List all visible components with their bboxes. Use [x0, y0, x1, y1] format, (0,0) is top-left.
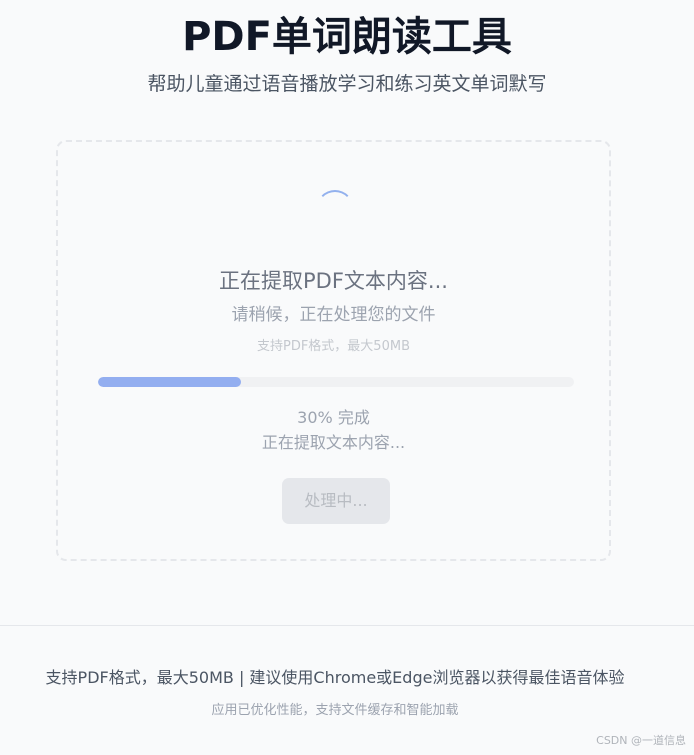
upload-card: 正在提取PDF文本内容... 请稍候，正在处理您的文件 支持PDF格式，最大50… — [56, 140, 611, 561]
loading-spinner-icon — [316, 190, 354, 228]
page-subtitle: 帮助儿童通过语音播放学习和练习英文单词默写 — [147, 73, 547, 95]
processing-title: 正在提取PDF文本内容... — [219, 269, 448, 293]
page-title: PDF单词朗读工具 — [182, 14, 512, 60]
footer-divider — [0, 625, 694, 626]
progress-stage-label: 正在提取文本内容... — [261, 433, 406, 452]
footer-note: 应用已优化性能，支持文件缓存和智能加载 — [211, 703, 459, 718]
processing-subtitle: 请稍候，正在处理您的文件 — [231, 305, 436, 325]
format-hint: 支持PDF格式，最大50MB — [256, 339, 410, 354]
footer-info: 支持PDF格式，最大50MB | 建议使用Chrome或Edge浏览器以获得最佳… — [45, 668, 625, 687]
progress-percent-label: 30% 完成 — [297, 408, 370, 427]
watermark: CSDN @一道信息 — [596, 734, 686, 747]
progress-bar-fill — [98, 377, 241, 387]
progress-bar — [98, 377, 574, 387]
processing-button[interactable]: 处理中... — [282, 478, 390, 524]
